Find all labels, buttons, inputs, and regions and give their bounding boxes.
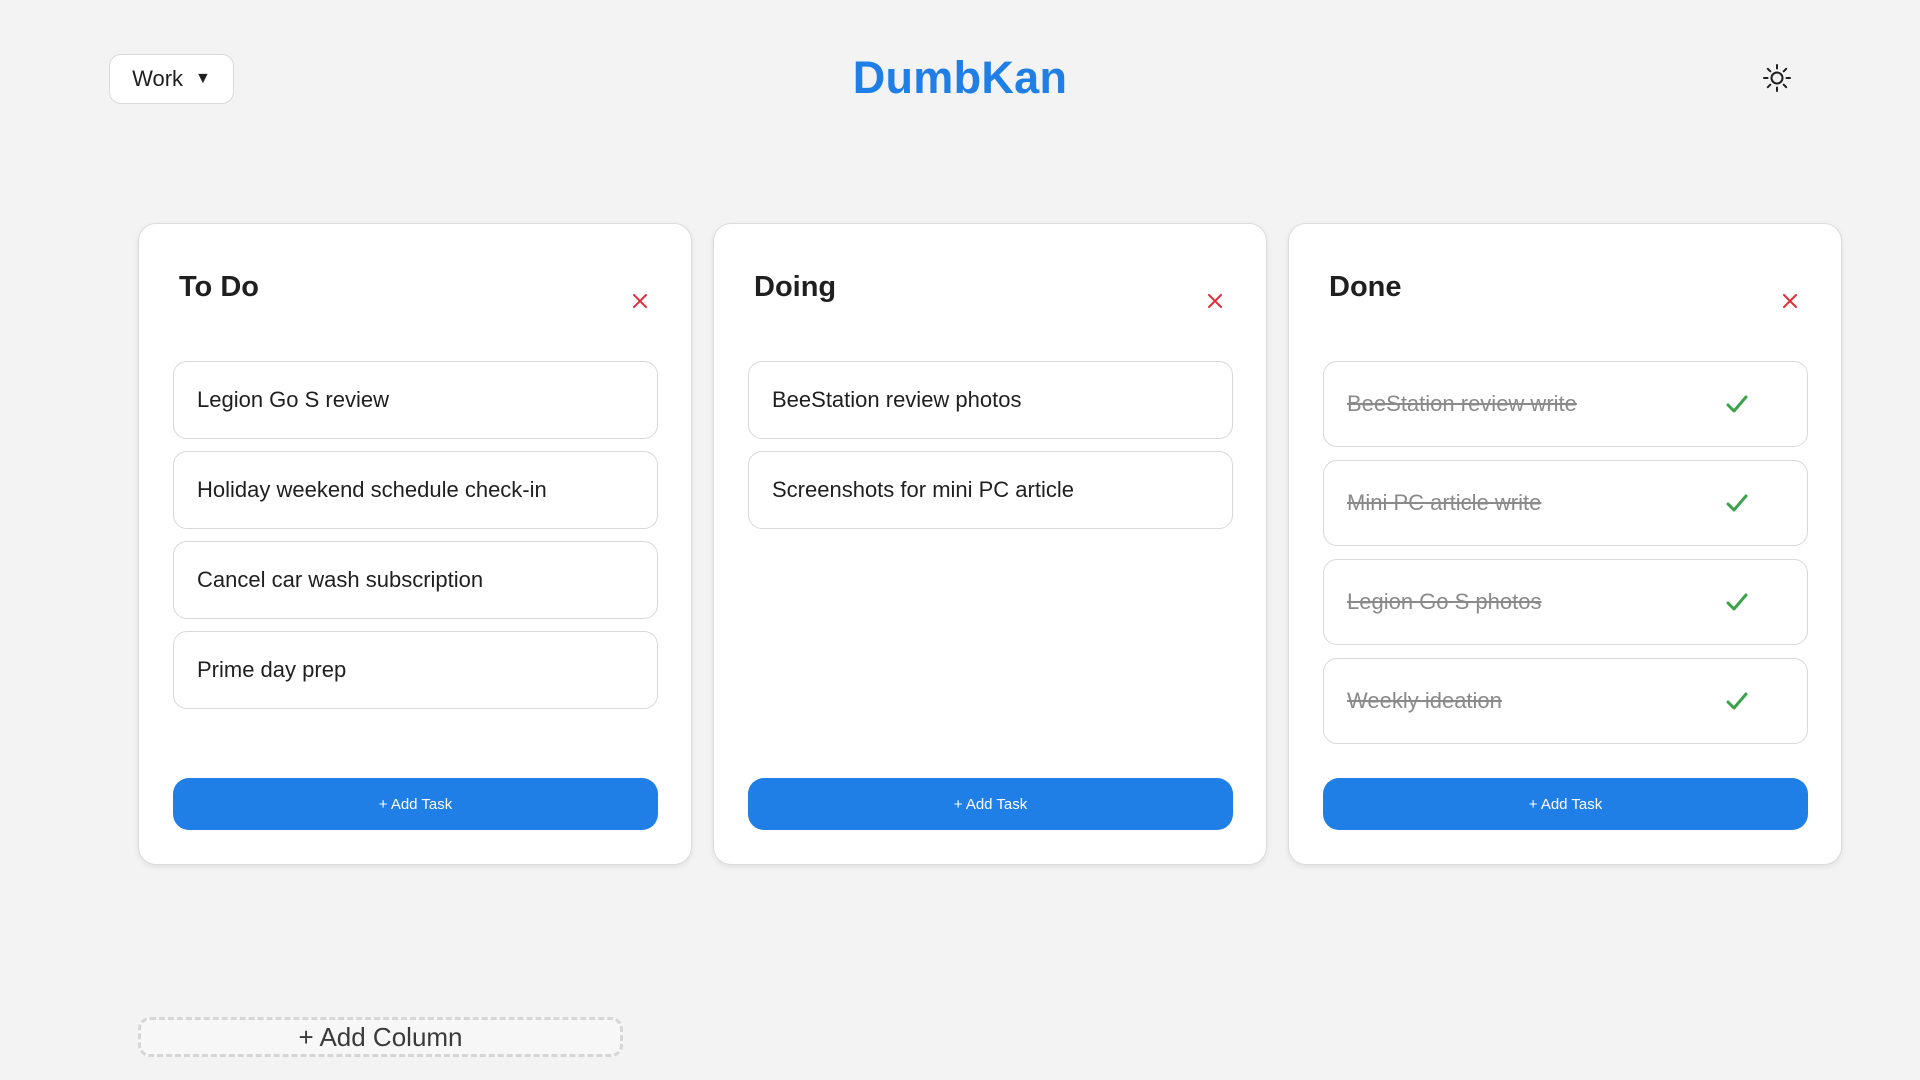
task-card[interactable]: BeeStation review photos (748, 361, 1233, 439)
delete-column-button[interactable] (1779, 290, 1801, 312)
add-task-button[interactable]: + Add Task (173, 778, 658, 830)
column-title: Done (1329, 271, 1402, 303)
column-title: To Do (179, 271, 259, 303)
task-text: Prime day prep (197, 657, 347, 682)
check-icon (1726, 688, 1752, 714)
task-text: Holiday weekend schedule check-in (197, 477, 547, 502)
check-icon (1726, 490, 1752, 516)
task-text: Weekly ideation (1347, 688, 1502, 713)
column-done: Done BeeStation review write Mini PC art… (1288, 223, 1842, 865)
add-task-button[interactable]: + Add Task (748, 778, 1233, 830)
delete-column-button[interactable] (629, 290, 651, 312)
task-card-completed[interactable]: Weekly ideation (1323, 658, 1808, 744)
app-title: DumbKan (852, 52, 1068, 103)
task-text: Mini PC article write (1347, 490, 1542, 515)
close-icon (1783, 294, 1797, 308)
task-card[interactable]: Holiday weekend schedule check-in (173, 451, 658, 529)
task-card[interactable]: Prime day prep (173, 631, 658, 709)
add-column-button[interactable]: + Add Column (138, 1017, 623, 1057)
close-icon (1208, 294, 1222, 308)
task-list: Legion Go S review Holiday weekend sched… (173, 361, 658, 721)
sun-icon (1763, 64, 1791, 92)
check-icon (1726, 391, 1752, 417)
task-text: BeeStation review write (1347, 391, 1577, 416)
theme-toggle-button[interactable] (1760, 61, 1794, 95)
task-card[interactable]: Cancel car wash subscription (173, 541, 658, 619)
delete-column-button[interactable] (1204, 290, 1226, 312)
task-card-completed[interactable]: Legion Go S photos (1323, 559, 1808, 645)
column-title: Doing (754, 271, 837, 303)
column-doing: Doing BeeStation review photos Screensho… (713, 223, 1267, 865)
task-text: Cancel car wash subscription (197, 567, 484, 592)
close-icon (633, 294, 647, 308)
add-task-button[interactable]: + Add Task (1323, 778, 1808, 830)
task-list: BeeStation review photos Screenshots for… (748, 361, 1233, 541)
column-todo: To Do Legion Go S review Holiday weekend… (138, 223, 692, 865)
task-card[interactable]: Legion Go S review (173, 361, 658, 439)
task-card-completed[interactable]: Mini PC article write (1323, 460, 1808, 546)
task-text: BeeStation review photos (772, 387, 1022, 412)
task-list: BeeStation review write Mini PC article … (1323, 361, 1808, 757)
kanban-page: Work ▼ DumbKan To Do Legion Go S review … (0, 0, 1920, 1080)
check-icon (1726, 589, 1752, 615)
task-card[interactable]: Screenshots for mini PC article (748, 451, 1233, 529)
task-text: Legion Go S photos (1347, 589, 1542, 614)
task-text: Legion Go S review (197, 387, 389, 412)
task-card-completed[interactable]: BeeStation review write (1323, 361, 1808, 447)
task-text: Screenshots for mini PC article (772, 477, 1074, 502)
